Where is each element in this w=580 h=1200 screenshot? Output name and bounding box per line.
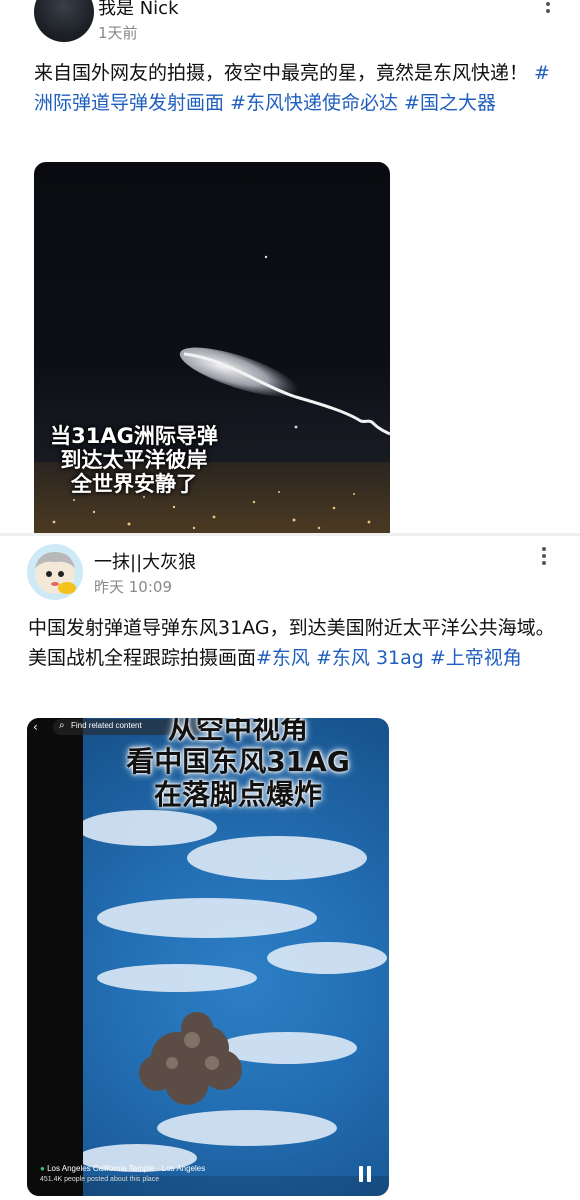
post-time: 1天前 (98, 24, 138, 42)
post-video[interactable]: ‹ ⌕ Find related content 从空中视角 看中国东风31AG… (27, 718, 389, 1196)
author-name[interactable]: 一抹||大灰狼 (94, 548, 196, 574)
post-text: 中国发射弹道导弹东风31AG，到达美国附近太平洋公共海域。美国战机全程跟踪拍摄画… (28, 613, 558, 673)
back-arrow-icon[interactable]: ‹ (33, 720, 45, 734)
post-image[interactable]: 当31AG洲际导弹 到达太平洋彼岸 全世界安静了 (34, 162, 390, 533)
post-body: 来自国外网友的拍摄，夜空中最亮的星，竟然是东风快递！ (34, 62, 535, 84)
avatar[interactable] (27, 544, 83, 600)
post-text: 来自国外网友的拍摄，夜空中最亮的星，竟然是东风快递！ #洲际弹道导弹发射画面 #… (34, 58, 554, 118)
location-icon: ● (40, 1164, 45, 1173)
post-time: 昨天 10:09 (94, 578, 172, 596)
avatar[interactable] (34, 0, 94, 42)
more-vertical-icon[interactable] (534, 544, 554, 568)
hashtag[interactable]: #国之大器 (404, 92, 496, 114)
hashtag[interactable]: #东风 31ag (316, 647, 424, 669)
post-1: 我是 Nick 1天前 来自国外网友的拍摄，夜空中最亮的星，竟然是东风快递！ #… (12, 0, 580, 533)
video-side-bar (27, 718, 83, 1196)
image-caption: 从空中视角 看中国东风31AG 在落脚点爆炸 (126, 718, 350, 811)
author-name[interactable]: 我是 Nick (98, 0, 179, 20)
pause-icon[interactable] (355, 1164, 375, 1184)
search-icon: ⌕ (59, 720, 65, 731)
hashtag[interactable]: #东风 (256, 647, 310, 669)
post-2: 一抹||大灰狼 昨天 10:09 中国发射弹道导弹东风31AG，到达美国附近太平… (0, 536, 580, 1200)
image-caption: 当31AG洲际导弹 到达太平洋彼岸 全世界安静了 (50, 424, 218, 496)
hashtag[interactable]: #东风快递使命必达 (230, 92, 398, 114)
location-sub: 451.4K people posted about this place (40, 1176, 160, 1183)
more-vertical-icon[interactable] (538, 0, 558, 16)
cartoon-avatar-icon (35, 552, 76, 594)
hashtag[interactable]: #上帝视角 (430, 647, 522, 669)
location-label[interactable]: ● Los Angeles California Temple · Los An… (40, 1164, 205, 1173)
